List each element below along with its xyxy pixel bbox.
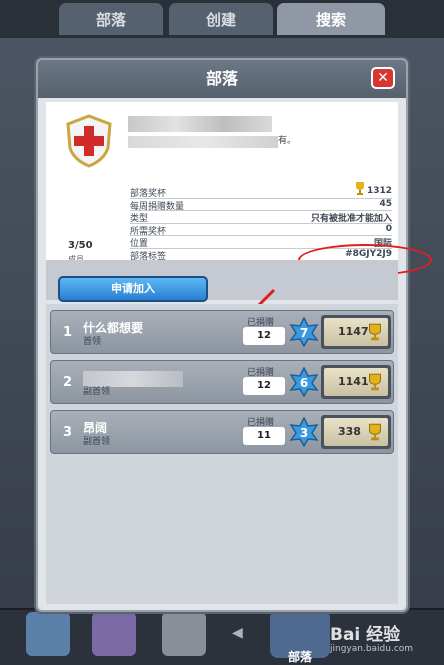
trophy-icon <box>356 182 364 195</box>
level-star-icon: 6 <box>289 367 319 397</box>
clan-info-modal: 部落 ✕ 有。 部落奖杯 1312 每周捐赠数量 45 类型 只有被批准才能加入… <box>36 58 432 612</box>
stat-row: 部落奖杯 1312 <box>130 182 392 199</box>
member-row[interactable]: 2 副首领 已捐赠 12 6 1141 <box>50 360 394 404</box>
nav-chest-icon[interactable] <box>26 612 70 656</box>
level-value: 3 <box>300 426 308 440</box>
member-role: 首领 <box>83 337 102 347</box>
member-role: 副首领 <box>83 437 111 447</box>
clan-description-redacted <box>128 136 278 148</box>
top-tab-bar: 部落 创建 搜索 <box>0 0 444 38</box>
stat-label: 每周捐赠数量 <box>130 201 185 212</box>
trophy-icon <box>369 373 381 391</box>
watermark-brand: Bai 经验 <box>330 625 401 645</box>
tab-clan[interactable]: 部落 <box>58 2 164 36</box>
nav-cards-icon[interactable] <box>92 612 136 656</box>
member-trophies: 1141 <box>321 365 391 399</box>
watermark-url: jingyan.baidu.com <box>330 644 414 654</box>
level-star-icon: 3 <box>289 417 319 447</box>
shield-cross-icon <box>66 114 112 168</box>
stat-label: 位置 <box>130 239 149 249</box>
member-trophies: 1147 <box>321 315 391 349</box>
member-row[interactable]: 3 昂阔 副首领 已捐赠 11 3 338 <box>50 410 394 454</box>
trophy-icon <box>369 323 381 341</box>
stat-label: 部落奖杯 <box>130 189 167 199</box>
trophy-value: 1147 <box>338 325 369 338</box>
nav-clan-label: 部落 <box>287 650 312 664</box>
stat-label: 所需奖杯 <box>130 226 167 237</box>
donated-value: 11 <box>243 427 285 445</box>
trophy-value: 338 <box>338 425 361 438</box>
member-rank: 2 <box>63 375 73 390</box>
tab-search[interactable]: 搜索 <box>276 2 386 36</box>
trophy-icon <box>369 423 381 441</box>
member-role: 副首领 <box>83 387 111 397</box>
level-value: 7 <box>300 326 308 340</box>
stat-value: 45 <box>379 198 392 209</box>
stat-label: 类型 <box>130 214 149 224</box>
level-star-icon: 7 <box>289 317 319 347</box>
member-list: 1 什么都想要 首领 已捐赠 12 7 1147 2 副首领 已捐赠 12 6 … <box>46 304 398 604</box>
members-count: 3/50 <box>68 240 93 251</box>
nav-battle-icon[interactable] <box>162 612 206 656</box>
stat-value: 1312 <box>366 186 392 196</box>
tab-create[interactable]: 创建 <box>168 2 274 36</box>
stat-value: 0 <box>385 223 392 234</box>
modal-title: 部落 <box>38 60 406 98</box>
donated-value: 12 <box>243 377 285 395</box>
level-value: 6 <box>300 376 308 390</box>
nav-left-arrow-icon: ◀ <box>232 625 243 641</box>
member-rank: 3 <box>63 425 73 440</box>
member-rank: 1 <box>63 325 73 340</box>
join-request-button[interactable]: 申请加入 <box>58 276 208 302</box>
stat-row: 所需奖杯 0 <box>130 224 392 237</box>
donated-value: 12 <box>243 327 285 345</box>
clan-info-panel: 有。 部落奖杯 1312 每周捐赠数量 45 类型 只有被批准才能加入 所需奖杯… <box>46 102 432 276</box>
stat-value: 只有被批准才能加入 <box>310 214 392 224</box>
stat-row: 每周捐赠数量 45 <box>130 199 392 212</box>
clan-name-redacted <box>128 116 272 132</box>
member-row[interactable]: 1 什么都想要 首领 已捐赠 12 7 1147 <box>50 310 394 354</box>
close-button[interactable]: ✕ <box>371 67 395 89</box>
stat-row: 类型 只有被批准才能加入 <box>130 211 392 224</box>
trophy-value: 1141 <box>338 375 369 388</box>
clan-description-tail: 有。 <box>278 136 297 146</box>
member-trophies: 338 <box>321 415 391 449</box>
